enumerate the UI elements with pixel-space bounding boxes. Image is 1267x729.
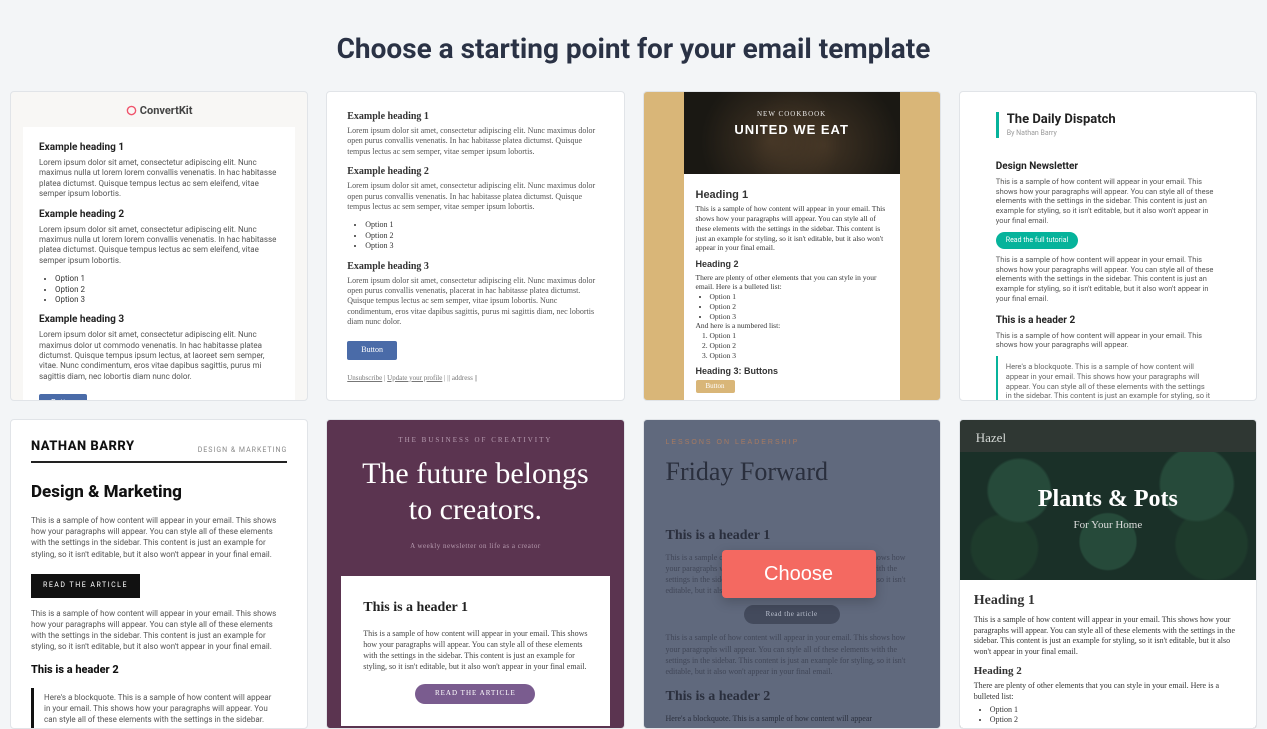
template-card-7[interactable]: LESSONS ON LEADERSHIP Friday Forward Thi…: [643, 419, 941, 729]
paragraph: Lorem ipsum dolor sit amet, consectetur …: [39, 225, 279, 267]
paragraph: This is a sample of how content will app…: [996, 255, 1220, 304]
template-card-4[interactable]: The Daily Dispatch By Nathan Barry Desig…: [959, 91, 1257, 401]
paragraph: Lorem ipsum dolor sit amet, consectetur …: [347, 276, 603, 328]
heading: Heading 2: [696, 259, 888, 271]
sample-button: Button: [347, 341, 397, 359]
sample-button: Button: [39, 394, 87, 401]
blockquote: Here's a blockquote. This is a sample of…: [666, 713, 918, 724]
heading: Example heading 1: [347, 110, 603, 123]
paragraph: This is a sample of how content will app…: [974, 615, 1242, 658]
hero: Plants & Pots For Your Home: [960, 452, 1256, 580]
template-preview: Example heading 1 Lorem ipsum dolor sit …: [23, 127, 295, 401]
paragraph: Lorem ipsum dolor sit amet, consectetur …: [347, 181, 603, 212]
sample-button: READ THE ARTICLE: [31, 574, 140, 598]
template-card-2[interactable]: Example heading 1 Lorem ipsum dolor sit …: [326, 91, 624, 401]
hero-title: UNITED WE EAT: [684, 122, 900, 137]
heading: Heading 2: [974, 664, 1242, 679]
template-card-5[interactable]: NATHAN BARRY DESIGN & MARKETING Design &…: [10, 419, 308, 729]
blockquote: Here's a blockquote. This is a sample of…: [996, 356, 1220, 401]
bullet-list: Option 1Option 2Option 3: [55, 274, 279, 305]
subtitle: A weekly newsletter on life as a creator: [341, 542, 609, 550]
heading: Example heading 1: [39, 141, 279, 154]
heading: This is a header 2: [31, 662, 287, 677]
heading: Example heading 2: [39, 208, 279, 221]
sample-button: Read the article: [744, 605, 840, 625]
brand-name: NATHAN BARRY: [31, 438, 135, 456]
hero-title: Friday Forward: [666, 454, 918, 490]
subtitle: For Your Home: [960, 519, 1256, 531]
paragraph: This is a sample of how content will app…: [31, 515, 287, 560]
sample-button: READ THE ARTICLE: [415, 684, 535, 704]
page-title: Choose a starting point for your email t…: [0, 0, 1267, 91]
heading: This is a header 1: [363, 598, 587, 618]
heading: Example heading 3: [347, 260, 603, 273]
paragraph: This is a sample of how content will app…: [666, 632, 918, 677]
heading: Heading 1: [974, 592, 1242, 611]
paragraph: This is a sample of how content will app…: [996, 331, 1220, 351]
paragraph: There are plenty of other elements that …: [696, 273, 888, 293]
heading: Design & Marketing: [31, 481, 287, 505]
paragraph: Lorem ipsum dolor sit amet, consectetur …: [347, 126, 603, 157]
heading: Example heading 3: [39, 313, 279, 326]
sample-button: Button: [696, 380, 735, 393]
template-card-1[interactable]: ConvertKit Example heading 1 Lorem ipsum…: [10, 91, 308, 401]
sample-button: Read the full tutorial: [996, 232, 1079, 249]
heading: Heading 1: [696, 188, 888, 202]
heading: This is a header 2: [996, 314, 1220, 327]
paragraph: This is a sample of how content will app…: [363, 628, 587, 673]
template-card-8[interactable]: Hazel Plants & Pots For Your Home Headin…: [959, 419, 1257, 729]
hero: NEW COOKBOOK UNITED WE EAT: [684, 92, 900, 174]
heading: Heading 4: What's next: [696, 399, 888, 401]
blockquote: Here's a blockquote. This is a sample of…: [31, 688, 287, 729]
paragraph: Lorem ipsum dolor sit amet, consectetur …: [39, 158, 279, 200]
paragraph: This is a sample of how content will app…: [31, 608, 287, 653]
heading: This is a header 1: [666, 526, 918, 546]
tag: DESIGN & MARKETING: [198, 446, 288, 456]
panel: This is a header 1 This is a sample of h…: [341, 576, 609, 726]
hero-title: The future belongs to creators.: [347, 456, 603, 528]
heading: Example heading 2: [347, 165, 603, 178]
template-grid: ConvertKit Example heading 1 Lorem ipsum…: [0, 91, 1267, 729]
bullet-list: Option 1Option 2Option 3: [365, 220, 603, 251]
brand-name: Hazel: [960, 420, 1256, 452]
paragraph: This is a sample of how content will app…: [996, 177, 1220, 226]
template-card-6[interactable]: THE BUSINESS OF CREATIVITY The future be…: [326, 419, 624, 729]
hero-title: Plants & Pots: [960, 486, 1256, 513]
heading: Design Newsletter: [996, 160, 1220, 173]
brand-title: The Daily Dispatch: [1007, 112, 1220, 129]
tag: THE BUSINESS OF CREATIVITY: [341, 436, 609, 444]
paragraph: And here is a numbered list:: [696, 321, 888, 331]
tag: NEW COOKBOOK: [684, 110, 900, 118]
choose-button[interactable]: Choose: [722, 550, 876, 598]
paragraph: This is a sample of how content will app…: [696, 204, 888, 253]
convertkit-logo: ConvertKit: [23, 104, 295, 117]
tag: LESSONS ON LEADERSHIP: [666, 438, 918, 448]
header: NATHAN BARRY DESIGN & MARKETING: [31, 438, 287, 463]
brand-block: The Daily Dispatch By Nathan Barry: [996, 112, 1220, 138]
paragraph: There are plenty of other elements that …: [974, 681, 1242, 703]
template-preview: Heading 1 This is a sample of how conten…: [960, 580, 1256, 729]
heading: Heading 3: Buttons: [696, 366, 888, 378]
footer: Unsubscribe | Update your profile | || a…: [347, 374, 603, 383]
paragraph: Lorem ipsum dolor sit amet, consectetur …: [39, 330, 279, 382]
heading: This is a header 2: [666, 687, 918, 707]
template-card-3[interactable]: NEW COOKBOOK UNITED WE EAT Heading 1 Thi…: [643, 91, 941, 401]
author: By Nathan Barry: [1007, 129, 1220, 138]
template-preview: Heading 1 This is a sample of how conten…: [684, 174, 900, 401]
